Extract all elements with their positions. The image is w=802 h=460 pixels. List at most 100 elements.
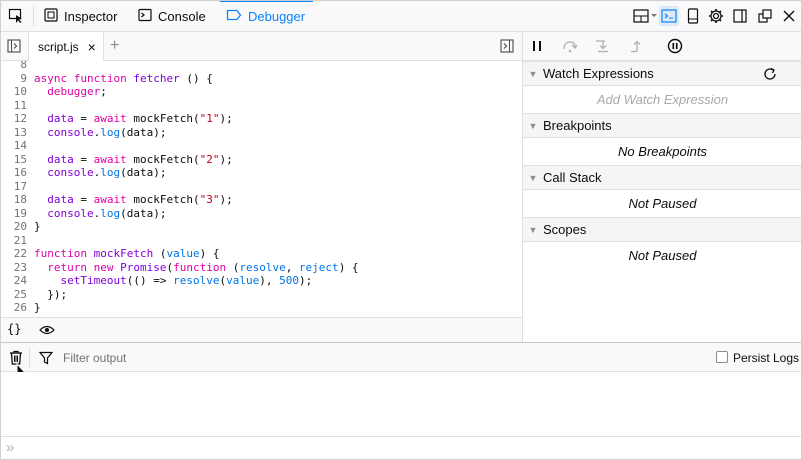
line-number[interactable]: 11 <box>0 99 27 113</box>
code-line[interactable]: 22 function mockFetch (value) { <box>0 247 510 261</box>
line-number[interactable]: 12 <box>0 112 27 126</box>
line-number[interactable]: 22 <box>0 247 27 261</box>
toggle-sources-pane-icon[interactable] <box>7 39 21 56</box>
call-stack-header[interactable]: ▼ Call Stack <box>523 165 802 190</box>
layout-icon[interactable] <box>632 6 658 26</box>
line-number[interactable]: 10 <box>0 85 27 99</box>
code-token: data <box>47 112 74 125</box>
code-token: (data); <box>120 166 167 179</box>
add-watch-expression-input[interactable]: Add Watch Expression <box>523 86 802 113</box>
code-token: console <box>47 206 94 220</box>
code-line[interactable]: 26} <box>0 301 510 315</box>
line-number[interactable]: 17 <box>0 180 27 194</box>
add-tab-icon[interactable]: + <box>110 37 119 55</box>
responsive-design-icon[interactable] <box>683 6 703 26</box>
line-number[interactable]: 18 <box>0 193 27 207</box>
breakpoints-header[interactable]: ▼ Breakpoints <box>523 113 802 138</box>
code-token: function <box>173 260 233 274</box>
code-line[interactable]: 14 <box>0 139 510 153</box>
line-number[interactable]: 9 <box>0 72 27 86</box>
step-out-icon[interactable] <box>629 39 645 56</box>
step-in-icon[interactable] <box>595 39 611 56</box>
pause-on-exceptions-icon[interactable] <box>667 38 683 57</box>
line-number[interactable]: 20 <box>0 220 27 234</box>
line-number[interactable]: 25 <box>0 288 27 302</box>
code-line[interactable]: 8 <box>0 61 510 72</box>
line-number[interactable]: 23 <box>0 261 27 275</box>
watch-expressions-header[interactable]: ▼ Watch Expressions <box>523 61 802 86</box>
dock-side-icon[interactable] <box>730 6 750 26</box>
settings-icon[interactable] <box>706 6 726 26</box>
code-line[interactable]: 13 console.log(data); <box>0 126 510 140</box>
code-token: = <box>73 112 94 125</box>
scopes-header[interactable]: ▼ Scopes <box>523 217 802 242</box>
pretty-print-icon[interactable]: {} <box>7 322 21 336</box>
code-token: console <box>47 166 94 179</box>
code-token: }); <box>34 287 68 301</box>
close-icon[interactable] <box>779 6 799 26</box>
expand-arrow-icon: ▼ <box>528 68 538 79</box>
line-number[interactable]: 13 <box>0 126 27 140</box>
code-token: data <box>47 193 74 206</box>
code-line[interactable]: 11 <box>0 99 510 113</box>
code-line[interactable]: 20} <box>0 220 510 234</box>
tab-console[interactable]: Console <box>138 0 206 32</box>
tab-debugger[interactable]: Debugger <box>219 0 314 32</box>
filter-output-input[interactable]: Filter output <box>63 351 126 365</box>
code-token: value <box>166 247 200 260</box>
watch-expressions-title: Watch Expressions <box>543 66 654 81</box>
console-input[interactable]: » <box>0 436 802 460</box>
separate-window-icon[interactable] <box>755 6 775 26</box>
tab-inspector[interactable]: Inspector <box>44 0 117 32</box>
code-line[interactable]: 17 <box>0 180 510 194</box>
source-tab-script-js[interactable]: script.js × <box>28 32 104 61</box>
element-picker-icon[interactable] <box>6 6 26 26</box>
line-number[interactable]: 24 <box>0 274 27 288</box>
code-token: (data); <box>120 206 167 220</box>
code-token: mockFetch <box>93 247 160 260</box>
refresh-icon[interactable] <box>763 67 777 84</box>
inspector-icon <box>44 7 58 25</box>
breakpoints-empty-text: No Breakpoints <box>618 144 707 159</box>
code-token: mockFetch( <box>133 193 200 206</box>
code-line[interactable]: 23 return new Promise(function (resolve,… <box>0 261 510 275</box>
line-number[interactable]: 15 <box>0 153 27 167</box>
close-tab-icon[interactable]: × <box>88 40 96 54</box>
code-token: return <box>47 260 94 274</box>
persist-logs-checkbox[interactable] <box>716 351 728 363</box>
toggle-debugger-pane-icon[interactable] <box>500 39 514 56</box>
code-token: 500 <box>279 274 299 287</box>
code-line[interactable]: 25 }); <box>0 288 510 302</box>
code-text: debugger; <box>34 85 107 99</box>
expand-arrow-icon: ▼ <box>528 224 538 235</box>
code-token: ); <box>219 152 233 166</box>
code-line[interactable]: 10 debugger; <box>0 85 510 99</box>
code-token: "1" <box>199 112 220 125</box>
code-token: resolve <box>239 260 286 274</box>
code-line[interactable]: 19 console.log(data); <box>0 207 510 221</box>
tab-console-label: Console <box>158 8 206 24</box>
line-number[interactable]: 8 <box>0 61 27 72</box>
code-token: ); <box>219 112 233 125</box>
code-line[interactable]: 21 <box>0 234 510 248</box>
code-line[interactable]: 24 setTimeout(() => resolve(value), 500)… <box>0 274 510 288</box>
pause-icon[interactable] <box>531 40 543 55</box>
line-number[interactable]: 26 <box>0 301 27 315</box>
code-editor[interactable]: 8 9 async function fetcher () {10 debugger… <box>0 61 522 317</box>
split-console-icon[interactable] <box>659 6 679 26</box>
code-line[interactable]: 9 async function fetcher () { <box>0 72 510 86</box>
eye-icon[interactable] <box>39 324 55 339</box>
line-number[interactable]: 21 <box>0 234 27 248</box>
code-token: mockFetch( <box>133 112 200 125</box>
persist-logs-label: Persist Logs <box>733 351 800 365</box>
line-number[interactable]: 14 <box>0 139 27 153</box>
code-line[interactable]: 16 console.log(data); <box>0 166 510 180</box>
code-line[interactable]: 15 data = await mockFetch("2"); <box>0 153 510 167</box>
line-number[interactable]: 16 <box>0 166 27 180</box>
code-line[interactable]: 18 data = await mockFetch("3"); <box>0 193 510 207</box>
line-number[interactable]: 19 <box>0 207 27 221</box>
code-line[interactable]: 12 data = await mockFetch("1"); <box>0 112 510 126</box>
step-over-icon[interactable] <box>562 39 578 56</box>
code-text: }); <box>34 288 67 302</box>
